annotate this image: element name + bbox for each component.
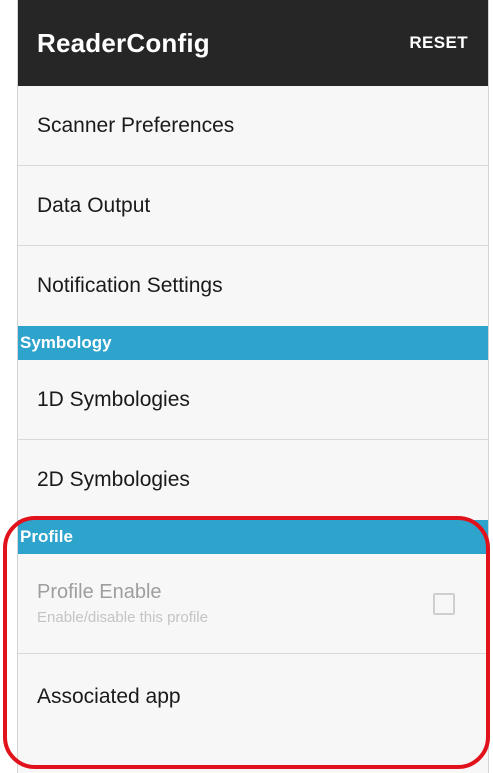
profile-enable-item[interactable]: Profile Enable Enable/disable this profi… — [18, 554, 488, 654]
scanner-preferences-item[interactable]: Scanner Preferences — [18, 86, 488, 166]
profile-enable-checkbox[interactable] — [433, 592, 455, 615]
app-title: ReaderConfig — [37, 27, 210, 58]
scanner-preferences-label: Scanner Preferences — [37, 113, 235, 137]
screen: ReaderConfig RESET Scanner Preferences D… — [0, 0, 493, 773]
app-window: ReaderConfig RESET Scanner Preferences D… — [17, 0, 489, 773]
notification-settings-item[interactable]: Notification Settings — [18, 246, 488, 326]
symbologies-1d-item[interactable]: 1D Symbologies — [18, 360, 488, 440]
symbologies-1d-label: 1D Symbologies — [37, 387, 190, 411]
profile-category-header: Profile — [18, 520, 488, 554]
profile-enable-texts: Profile Enable Enable/disable this profi… — [37, 581, 208, 626]
data-output-label: Data Output — [37, 193, 151, 217]
notification-settings-label: Notification Settings — [37, 274, 223, 297]
profile-enable-summary: Enable/disable this profile — [37, 609, 208, 626]
symbologies-2d-item[interactable]: 2D Symbologies — [18, 440, 488, 520]
symbologies-2d-label: 2D Symbologies — [37, 468, 190, 491]
symbology-category-header: Symbology — [18, 326, 488, 360]
data-output-item[interactable]: Data Output — [18, 166, 488, 246]
reset-button[interactable]: RESET — [409, 33, 468, 53]
app-bar: ReaderConfig RESET — [18, 0, 488, 86]
associated-app-label: Associated app — [37, 685, 181, 708]
associated-app-item[interactable]: Associated app — [18, 654, 488, 740]
profile-enable-title: Profile Enable — [37, 581, 162, 603]
